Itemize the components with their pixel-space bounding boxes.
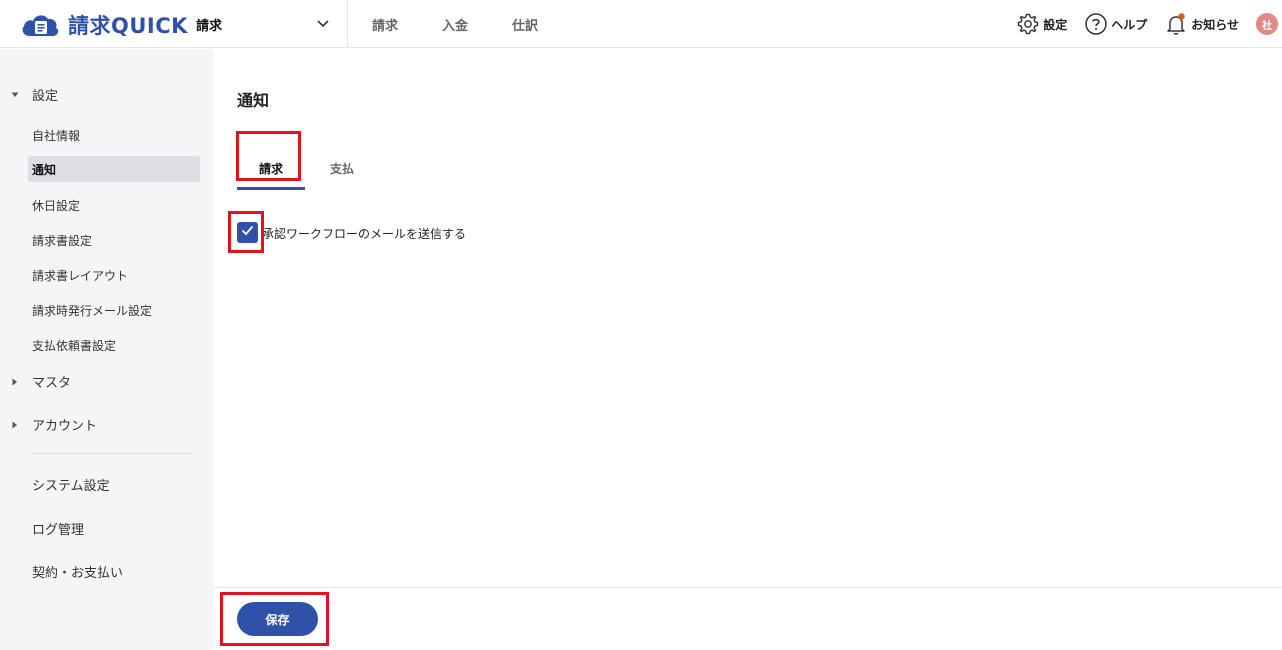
- sidebar-divider: [32, 453, 194, 454]
- sidebar-item-holidays[interactable]: 休日設定: [28, 192, 200, 218]
- header-actions: 設定 ヘルプ お知らせ 社: [1016, 0, 1282, 48]
- save-button[interactable]: 保存: [237, 602, 318, 636]
- settings-button[interactable]: 設定: [1016, 12, 1067, 36]
- sidebar-group-label: 設定: [32, 88, 59, 104]
- sidebar-item-system-settings[interactable]: システム設定: [32, 475, 110, 494]
- caret-right-icon: [10, 376, 20, 386]
- sidebar-group-settings[interactable]: 設定: [0, 81, 214, 107]
- sidebar-item-invoice-settings[interactable]: 請求書設定: [28, 227, 200, 253]
- nav-item-journal[interactable]: 仕訳: [512, 15, 538, 34]
- sidebar-group-label: マスタ: [32, 375, 72, 391]
- notifications-button[interactable]: お知らせ: [1164, 12, 1239, 36]
- top-header: 請求QUICK 請求 請求 入金 仕訳 設定 ヘルプ お知らせ 社: [0, 0, 1282, 48]
- help-label: ヘルプ: [1111, 17, 1148, 32]
- tab-billing[interactable]: 請求: [237, 145, 305, 191]
- help-button[interactable]: ヘルプ: [1084, 12, 1147, 36]
- bell-icon: [1164, 12, 1188, 36]
- app-logo[interactable]: 請求QUICK: [20, 10, 188, 40]
- page-title: 通知: [237, 91, 270, 110]
- sidebar-item-payment-request-settings[interactable]: 支払依頼書設定: [28, 332, 200, 358]
- approval-workflow-mail-label: 承認ワークフローのメールを送信する: [262, 227, 467, 241]
- sidebar-group-label: アカウント: [32, 418, 98, 434]
- sidebar-item-log-management[interactable]: ログ管理: [32, 519, 84, 538]
- sidebar-group-account[interactable]: アカウント: [0, 411, 214, 437]
- avatar[interactable]: 社: [1256, 13, 1278, 35]
- active-tab-indicator: [237, 187, 305, 190]
- chevron-down-icon: [315, 15, 331, 31]
- settings-label: 設定: [1043, 17, 1068, 32]
- sidebar-item-invoice-layout[interactable]: 請求書レイアウト: [28, 262, 200, 288]
- help-circle-icon: [1084, 12, 1108, 36]
- app-selector[interactable]: 請求: [196, 0, 348, 48]
- sidebar-item-contract-payment[interactable]: 契約・お支払い: [32, 562, 123, 581]
- caret-right-icon: [10, 419, 20, 429]
- cloud-document-icon: [20, 10, 62, 40]
- sidebar-group-master[interactable]: マスタ: [0, 368, 214, 394]
- nav-item-payment[interactable]: 入金: [442, 15, 468, 34]
- sidebar-item-invoice-mail-settings[interactable]: 請求時発行メール設定: [28, 297, 200, 323]
- sidebar-item-company-info[interactable]: 自社情報: [28, 122, 200, 148]
- sidebar: 設定 自社情報 通知 休日設定 請求書設定 請求書レイアウト 請求時発行メール設…: [0, 49, 214, 650]
- app-selector-value: 請求: [196, 18, 223, 34]
- nav-item-billing[interactable]: 請求: [372, 15, 398, 34]
- footer-bar: 保存: [214, 587, 1282, 650]
- notifications-label: お知らせ: [1191, 17, 1239, 32]
- tab-payment[interactable]: 支払: [315, 145, 369, 191]
- sidebar-item-notifications[interactable]: 通知: [28, 156, 200, 182]
- approval-workflow-mail-checkbox[interactable]: [237, 222, 258, 243]
- check-icon: [240, 223, 255, 242]
- gear-icon: [1016, 12, 1040, 36]
- caret-down-icon: [10, 89, 20, 99]
- logo-text: 請求QUICK: [68, 14, 188, 38]
- main-nav: 請求 入金 仕訳: [372, 0, 582, 48]
- main-content: 通知 請求 支払 承認ワークフローのメールを送信する: [214, 49, 1282, 587]
